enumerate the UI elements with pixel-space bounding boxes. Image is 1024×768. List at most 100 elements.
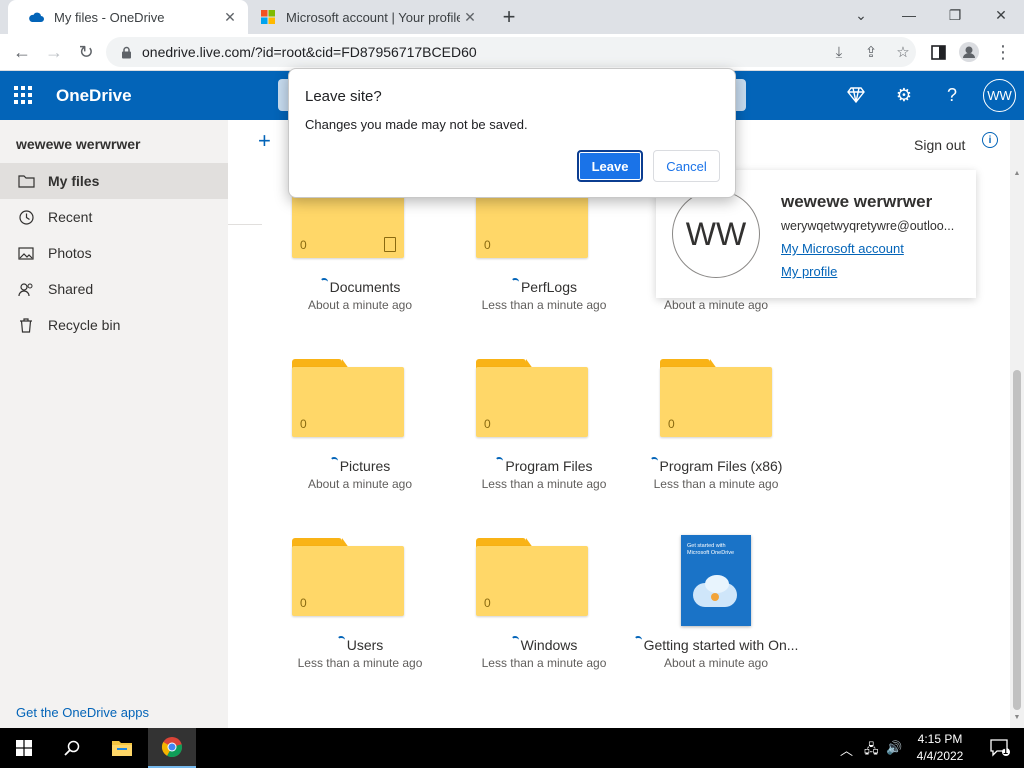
file-name[interactable]: PerfLogs xyxy=(521,279,577,295)
file-tile[interactable]: 0 Pictures About a minute ago xyxy=(270,359,450,509)
sync-spinner-icon xyxy=(495,457,504,465)
close-icon[interactable]: ✕ xyxy=(460,7,480,27)
scroll-down-icon[interactable]: ▼ xyxy=(1013,714,1021,721)
tab-search-chevron-icon[interactable]: ⌄ xyxy=(838,0,884,30)
file-modified: About a minute ago xyxy=(307,477,413,491)
new-tab-button[interactable]: + xyxy=(497,4,521,29)
clock-time: 4:15 PM xyxy=(917,732,963,746)
sidebar-item-label: Photos xyxy=(48,245,92,261)
sidebar-item-my-files[interactable]: My files xyxy=(0,163,228,199)
leave-button[interactable]: Leave xyxy=(577,150,643,182)
info-icon[interactable]: i xyxy=(982,132,998,148)
browser-tab-strip: My files - OneDrive ✕ Microsoft account … xyxy=(0,0,1024,34)
file-name[interactable]: Documents xyxy=(330,279,401,295)
cancel-button[interactable]: Cancel xyxy=(653,150,720,182)
file-modified: Less than a minute ago xyxy=(481,656,607,670)
app-launcher-icon[interactable] xyxy=(14,86,32,104)
premium-diamond-icon[interactable] xyxy=(844,83,868,107)
share-icon[interactable]: ⇪ xyxy=(862,42,880,62)
file-tile[interactable]: 0 Users Less than a minute ago xyxy=(270,538,450,688)
file-name[interactable]: Users xyxy=(347,637,384,653)
file-explorer-icon[interactable] xyxy=(98,728,146,768)
trash-icon xyxy=(16,317,36,333)
clock-date: 4/4/2022 xyxy=(916,749,964,763)
address-bar[interactable]: onedrive.live.com/?id=root&cid=FD8795671… xyxy=(106,37,916,67)
document-thumbnail: Get started with Microsoft OneDrive xyxy=(681,535,751,626)
avatar[interactable]: WW xyxy=(672,190,760,278)
settings-gear-icon[interactable]: ⚙ xyxy=(892,83,916,107)
tab-my-files[interactable]: My files - OneDrive ✕ xyxy=(8,0,248,34)
file-name[interactable]: Program Files xyxy=(505,458,592,474)
taskbar-clock[interactable]: 4:15 PM 4/4/2022 xyxy=(908,731,972,765)
folder-icon: 0 xyxy=(476,359,588,443)
forward-arrow-icon[interactable]: → xyxy=(41,39,67,65)
document-glyph-icon xyxy=(384,237,396,252)
file-name[interactable]: Windows xyxy=(521,637,578,653)
browser-toolbar: ← → ↻ onedrive.live.com/?id=root&cid=FD8… xyxy=(0,34,1024,71)
my-microsoft-account-link[interactable]: My Microsoft account xyxy=(781,241,904,256)
sidebar-item-photos[interactable]: Photos xyxy=(0,235,228,271)
sidebar-item-recycle-bin[interactable]: Recycle bin xyxy=(0,307,228,343)
reload-icon[interactable]: ↻ xyxy=(73,39,99,65)
file-tile[interactable]: 0 Program Files (x86) Less than a minute… xyxy=(626,359,806,509)
file-tile[interactable]: 0 PerfLogs Less than a minute ago xyxy=(454,180,634,330)
profile-icon[interactable] xyxy=(956,39,982,65)
sync-spinner-icon xyxy=(329,457,338,465)
bookmark-star-icon[interactable]: ☆ xyxy=(894,42,912,62)
notifications-icon[interactable]: 1 xyxy=(976,728,1024,768)
help-icon[interactable]: ? xyxy=(940,83,964,107)
thumbnail-text: Get started with Microsoft OneDrive xyxy=(687,543,735,556)
sync-spinner-icon xyxy=(319,278,328,286)
sync-spinner-icon xyxy=(510,636,519,644)
file-name[interactable]: Program Files (x86) xyxy=(660,458,783,474)
new-plus-icon[interactable]: + xyxy=(258,128,271,154)
file-name[interactable]: Getting started with On... xyxy=(644,637,799,653)
install-app-icon[interactable]: ⤓ xyxy=(830,42,848,62)
item-count: 0 xyxy=(484,238,491,252)
side-panel-icon[interactable] xyxy=(925,39,951,65)
lock-icon[interactable] xyxy=(118,46,134,59)
file-tile[interactable]: 0 Program Files Less than a minute ago xyxy=(454,359,634,509)
dialog-message: Changes you made may not be saved. xyxy=(305,117,528,132)
minimize-button[interactable]: — xyxy=(886,0,932,30)
scroll-up-icon[interactable]: ▲ xyxy=(1013,170,1021,177)
avatar[interactable]: WW xyxy=(983,79,1016,112)
windows-taskbar: ︿ 🖧 🔊 4:15 PM 4/4/2022 1 xyxy=(0,728,1024,768)
file-tile[interactable]: 0 Windows Less than a minute ago xyxy=(454,538,634,688)
get-apps-link[interactable]: Get the OneDrive apps xyxy=(16,705,149,720)
file-tile[interactable]: 0 Documents About a minute ago xyxy=(270,180,450,330)
file-tile[interactable]: Get started with Microsoft OneDrive Gett… xyxy=(626,535,806,685)
onedrive-cloud-icon xyxy=(28,9,44,25)
chrome-icon[interactable] xyxy=(148,728,196,768)
network-icon[interactable]: 🖧 xyxy=(864,740,879,762)
sidebar-item-label: Shared xyxy=(48,281,94,297)
sign-out-link[interactable]: Sign out xyxy=(914,137,965,153)
show-hidden-icons-chevron-icon[interactable]: ︿ xyxy=(840,740,853,759)
windows-start-icon[interactable] xyxy=(0,728,48,768)
tab-microsoft-account[interactable]: Microsoft account | Your profile ✕ xyxy=(248,0,488,34)
back-arrow-icon[interactable]: ← xyxy=(9,39,35,65)
leave-site-dialog: Leave site? Changes you made may not be … xyxy=(288,68,736,198)
scrollbar-thumb[interactable] xyxy=(1013,370,1021,710)
people-icon xyxy=(16,282,36,297)
scrollbar[interactable]: ▲ ▼ xyxy=(1010,120,1024,728)
item-count: 0 xyxy=(300,596,307,610)
my-profile-link[interactable]: My profile xyxy=(781,264,837,279)
brand-title[interactable]: OneDrive xyxy=(56,86,132,106)
notification-count: 1 xyxy=(1003,746,1009,756)
search-icon[interactable] xyxy=(48,728,96,768)
window-close-button[interactable]: ✕ xyxy=(978,0,1024,30)
sidebar-item-label: My files xyxy=(48,173,100,189)
file-name[interactable]: Pictures xyxy=(340,458,391,474)
menu-kebab-icon[interactable]: ⋮ xyxy=(990,39,1016,65)
volume-icon[interactable]: 🔊 xyxy=(886,740,902,756)
close-icon[interactable]: ✕ xyxy=(220,7,240,27)
file-modified: Less than a minute ago xyxy=(481,298,607,312)
sidebar-item-shared[interactable]: Shared xyxy=(0,271,228,307)
sidebar-item-recent[interactable]: Recent xyxy=(0,199,228,235)
folder-icon: 0 xyxy=(292,359,404,443)
sync-spinner-icon xyxy=(649,457,658,465)
restore-button[interactable]: ❐ xyxy=(932,0,978,30)
sync-spinner-icon xyxy=(633,636,642,644)
sync-spinner-icon xyxy=(336,636,345,644)
